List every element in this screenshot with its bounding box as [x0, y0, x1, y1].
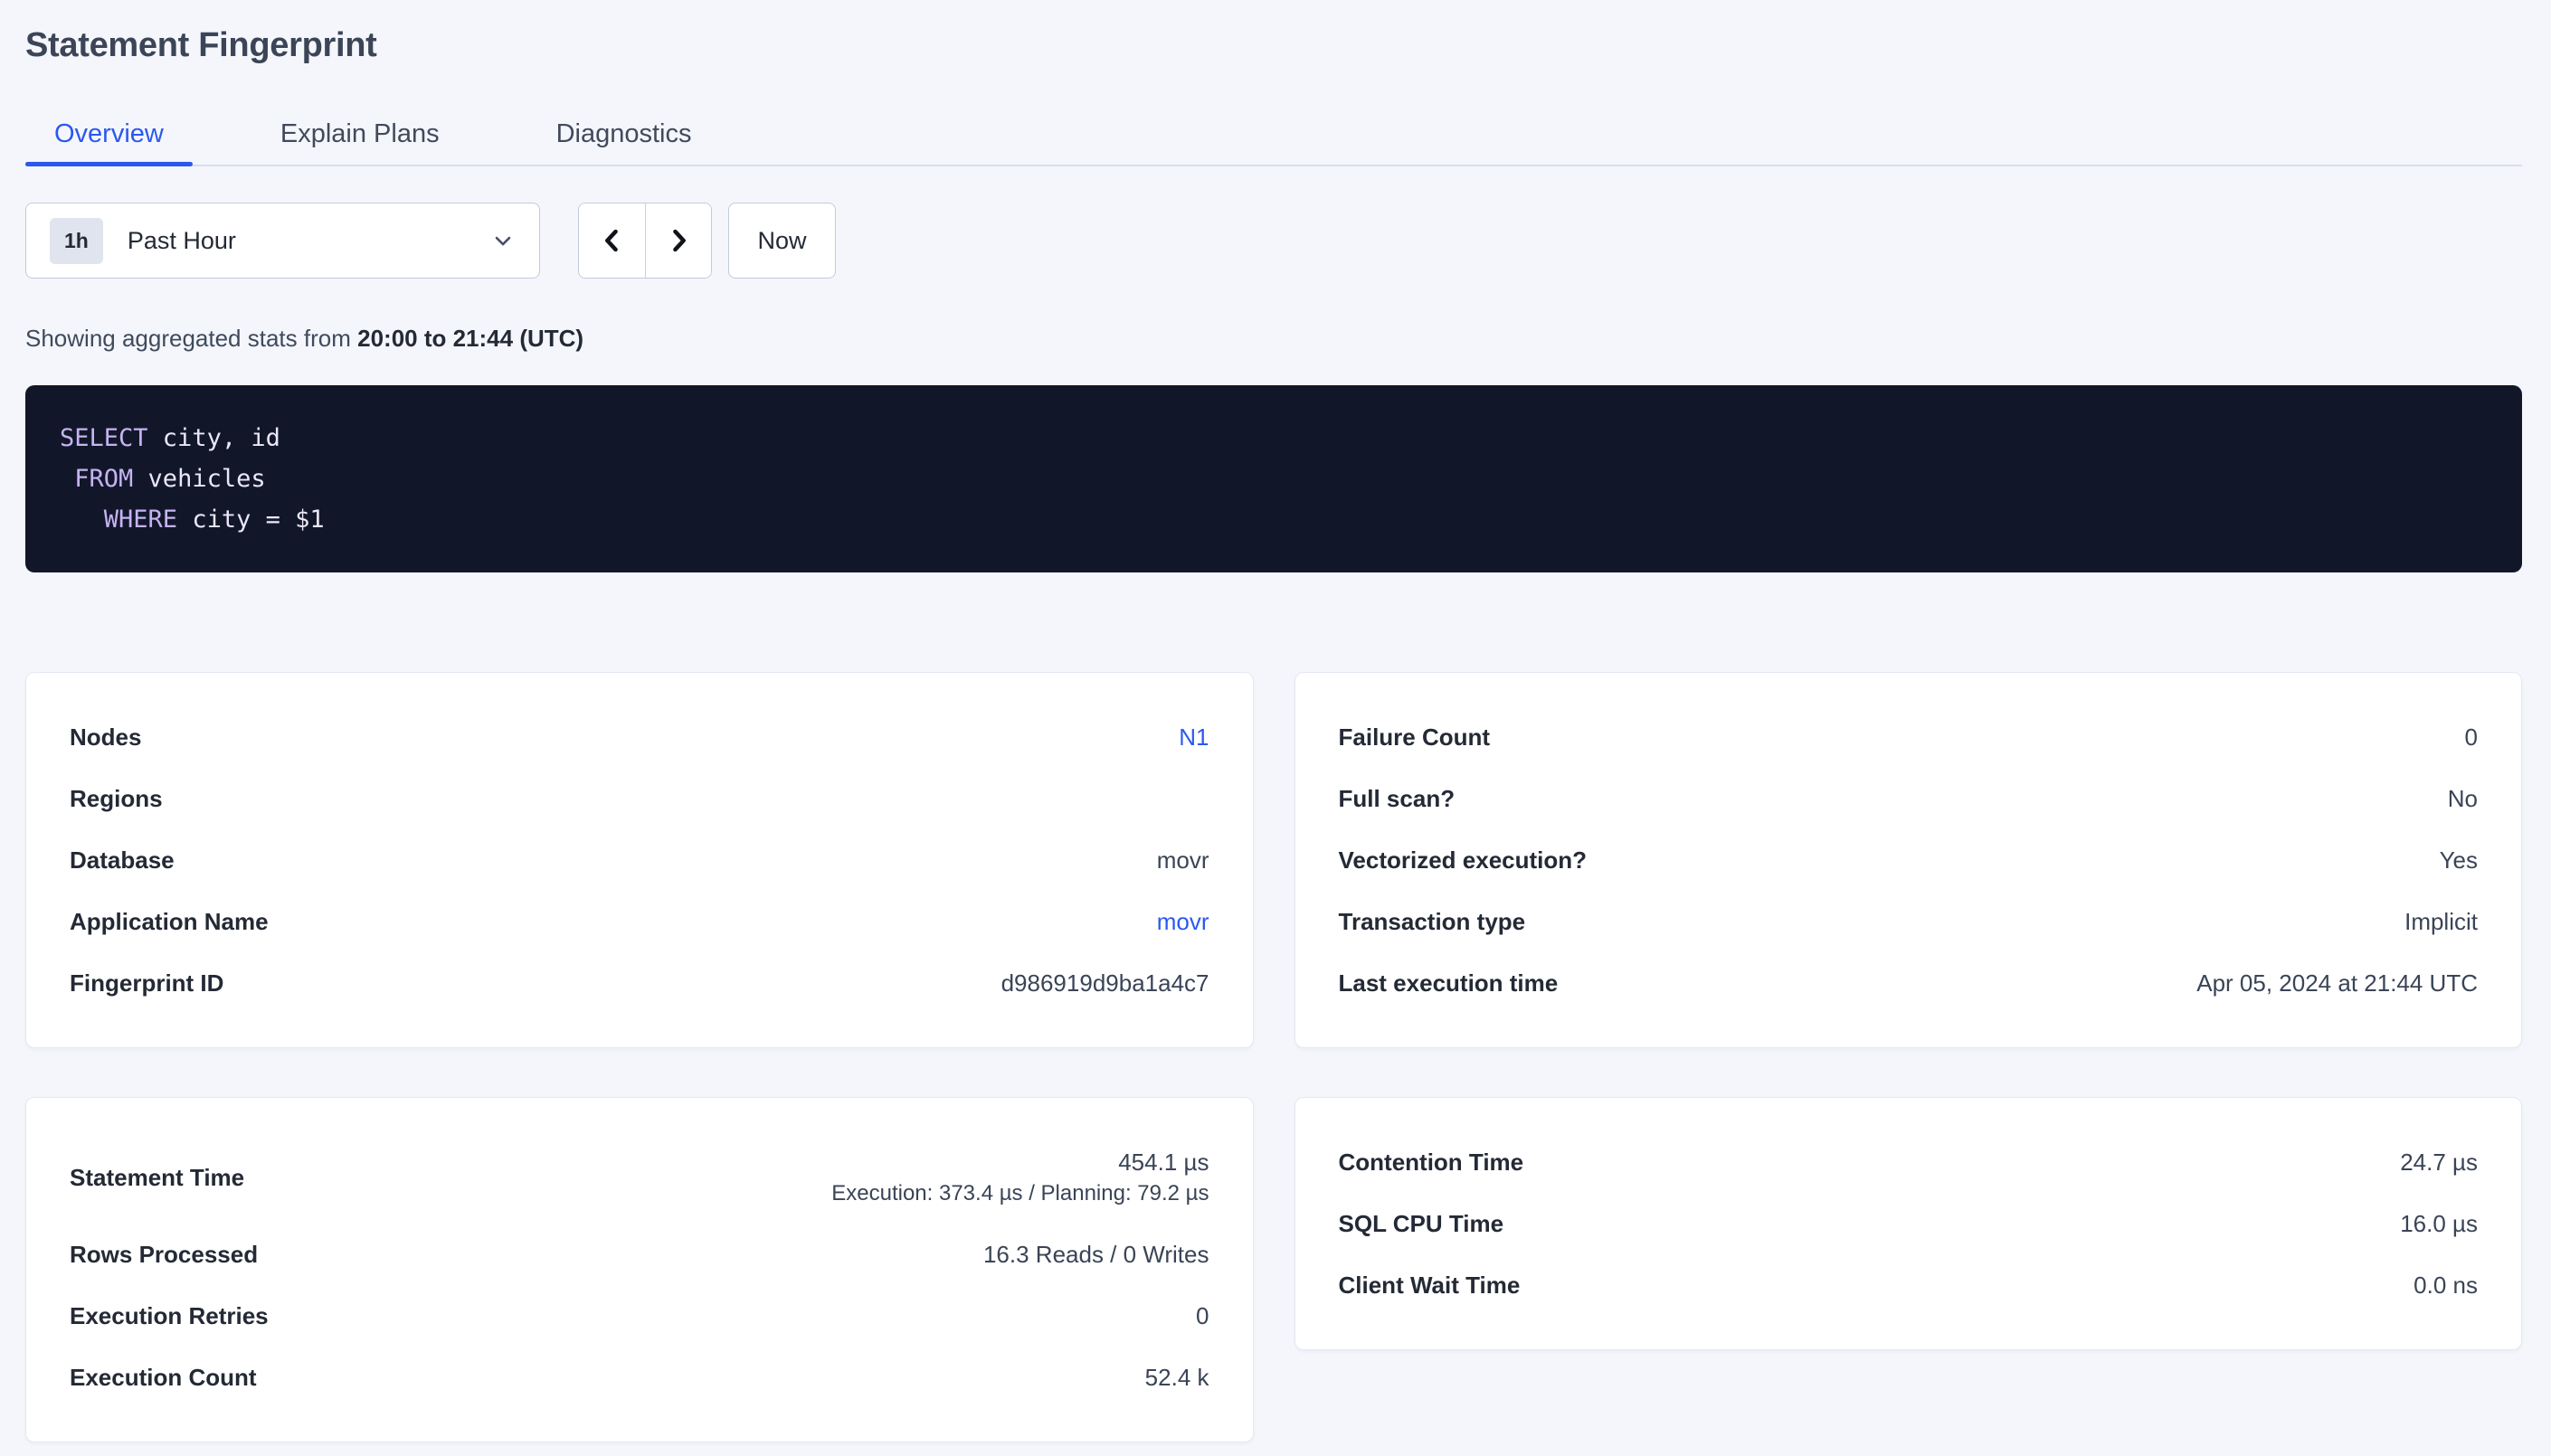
label-rows-processed: Rows Processed	[70, 1238, 258, 1271]
value-application-name[interactable]: movr	[1157, 905, 1209, 938]
execution-attributes-card: Failure Count 0 Full scan? No	[1294, 672, 2523, 1048]
sql-line: SELECT city, id	[60, 418, 2488, 459]
sql-keyword: SELECT	[60, 424, 148, 452]
tab-bar: Overview Explain Plans Diagnostics	[25, 118, 2522, 166]
time-range-label: Past Hour	[128, 227, 236, 255]
value-nodes[interactable]: N1	[1179, 721, 1209, 753]
detail-row: Failure Count 0	[1339, 706, 2479, 768]
sql-line: WHERE city = $1	[60, 499, 2488, 540]
value-fingerprint-id: d986919d9ba1a4c7	[1001, 967, 1209, 999]
label-nodes: Nodes	[70, 721, 141, 753]
label-vectorized-execution: Vectorized execution?	[1339, 844, 1588, 876]
time-range-dropdown[interactable]: 1h Past Hour	[25, 203, 540, 279]
detail-row: Application Name movr	[70, 891, 1209, 952]
detail-row: Nodes N1	[70, 706, 1209, 768]
wait-time-card: Contention Time 24.7 µs SQL CPU Time 16.…	[1294, 1097, 2523, 1350]
detail-row: SQL CPU Time 16.0 µs	[1339, 1193, 2479, 1254]
detail-row: Execution Count 52.4 k	[70, 1347, 1209, 1408]
label-execution-count: Execution Count	[70, 1361, 257, 1394]
value-vectorized-execution: Yes	[2440, 844, 2478, 876]
value-last-execution-time: Apr 05, 2024 at 21:44 UTC	[2196, 967, 2478, 999]
sql-code-text: city = $1	[177, 506, 325, 534]
tab-overview[interactable]: Overview	[25, 118, 193, 165]
value-execution-count: 52.4 k	[1145, 1361, 1209, 1394]
detail-row: Statement Time 454.1 µs Execution: 373.4…	[70, 1131, 1209, 1224]
value-sql-cpu-time: 16.0 µs	[2400, 1207, 2478, 1240]
value-full-scan: No	[2448, 782, 2478, 815]
detail-row: Rows Processed 16.3 Reads / 0 Writes	[70, 1224, 1209, 1285]
sql-keyword: FROM	[74, 465, 133, 493]
statement-time-card: Statement Time 454.1 µs Execution: 373.4…	[25, 1097, 1254, 1442]
sql-code: SELECT city, id FROM vehicles WHERE city…	[60, 418, 2488, 540]
label-statement-time: Statement Time	[70, 1161, 244, 1194]
value-contention-time: 24.7 µs	[2400, 1146, 2478, 1178]
chevron-right-icon	[663, 225, 694, 256]
sql-code-text: city, id	[148, 424, 280, 452]
previous-range-button[interactable]	[579, 203, 645, 278]
label-last-execution-time: Last execution time	[1339, 967, 1559, 999]
detail-row: Fingerprint ID d986919d9ba1a4c7	[70, 952, 1209, 1014]
label-regions: Regions	[70, 782, 163, 815]
label-transaction-type: Transaction type	[1339, 905, 1526, 938]
tab-diagnostics[interactable]: Diagnostics	[527, 118, 721, 165]
label-contention-time: Contention Time	[1339, 1146, 1524, 1178]
detail-row: Last execution time Apr 05, 2024 at 21:4…	[1339, 952, 2479, 1014]
sql-code-text: vehicles	[133, 465, 265, 493]
detail-row: Transaction type Implicit	[1339, 891, 2479, 952]
value-statement-time: 454.1 µs	[1118, 1146, 1209, 1178]
value-database: movr	[1157, 844, 1209, 876]
detail-row: Vectorized execution? Yes	[1339, 829, 2479, 891]
aggregated-stats-caption: Showing aggregated stats from 20:00 to 2…	[25, 322, 2522, 355]
stats-cards-grid: Nodes N1 Regions	[25, 672, 2522, 1442]
detail-row: Contention Time 24.7 µs	[1339, 1131, 2479, 1193]
value-rows-processed: 16.3 Reads / 0 Writes	[983, 1238, 1209, 1271]
time-picker-row: 1h Past Hour Now	[25, 203, 2522, 279]
detail-row: Full scan? No	[1339, 768, 2479, 829]
time-nav-group	[578, 203, 712, 279]
sql-keyword: WHERE	[104, 506, 177, 534]
chevron-left-icon	[597, 225, 628, 256]
tab-explain-plans[interactable]: Explain Plans	[251, 118, 469, 165]
detail-row: Execution Retries 0	[70, 1285, 1209, 1347]
sql-line: FROM vehicles	[60, 459, 2488, 499]
detail-row: Database movr	[70, 829, 1209, 891]
value-sub-text: Execution: 373.4 µs / Planning: 79.2 µs	[831, 1178, 1209, 1209]
label-sql-cpu-time: SQL CPU Time	[1339, 1207, 1504, 1240]
statement-details-card: Nodes N1 Regions	[25, 672, 1254, 1048]
statement-fingerprint-page: Statement Fingerprint Overview Explain P…	[0, 0, 2551, 1442]
label-database: Database	[70, 844, 175, 876]
label-failure-count: Failure Count	[1339, 721, 1491, 753]
now-button[interactable]: Now	[728, 203, 836, 279]
value-client-wait-time: 0.0 ns	[2413, 1269, 2478, 1301]
value-failure-count: 0	[2465, 721, 2478, 753]
value-transaction-type: Implicit	[2404, 905, 2478, 938]
label-full-scan: Full scan?	[1339, 782, 1456, 815]
sql-statement-box: SELECT city, id FROM vehicles WHERE city…	[25, 385, 2522, 572]
detail-row: Regions	[70, 768, 1209, 829]
time-range-badge: 1h	[50, 218, 103, 264]
label-client-wait-time: Client Wait Time	[1339, 1269, 1521, 1301]
label-fingerprint-id: Fingerprint ID	[70, 967, 223, 999]
detail-row: Client Wait Time 0.0 ns	[1339, 1254, 2479, 1316]
caption-prefix: Showing aggregated stats from	[25, 325, 357, 352]
value-execution-retries: 0	[1196, 1300, 1209, 1332]
page-title: Statement Fingerprint	[25, 24, 2522, 67]
next-range-button[interactable]	[645, 203, 711, 278]
caption-range: 20:00 to 21:44 (UTC)	[357, 325, 583, 352]
chevron-down-icon	[490, 228, 516, 253]
label-execution-retries: Execution Retries	[70, 1300, 269, 1332]
label-application-name: Application Name	[70, 905, 269, 938]
